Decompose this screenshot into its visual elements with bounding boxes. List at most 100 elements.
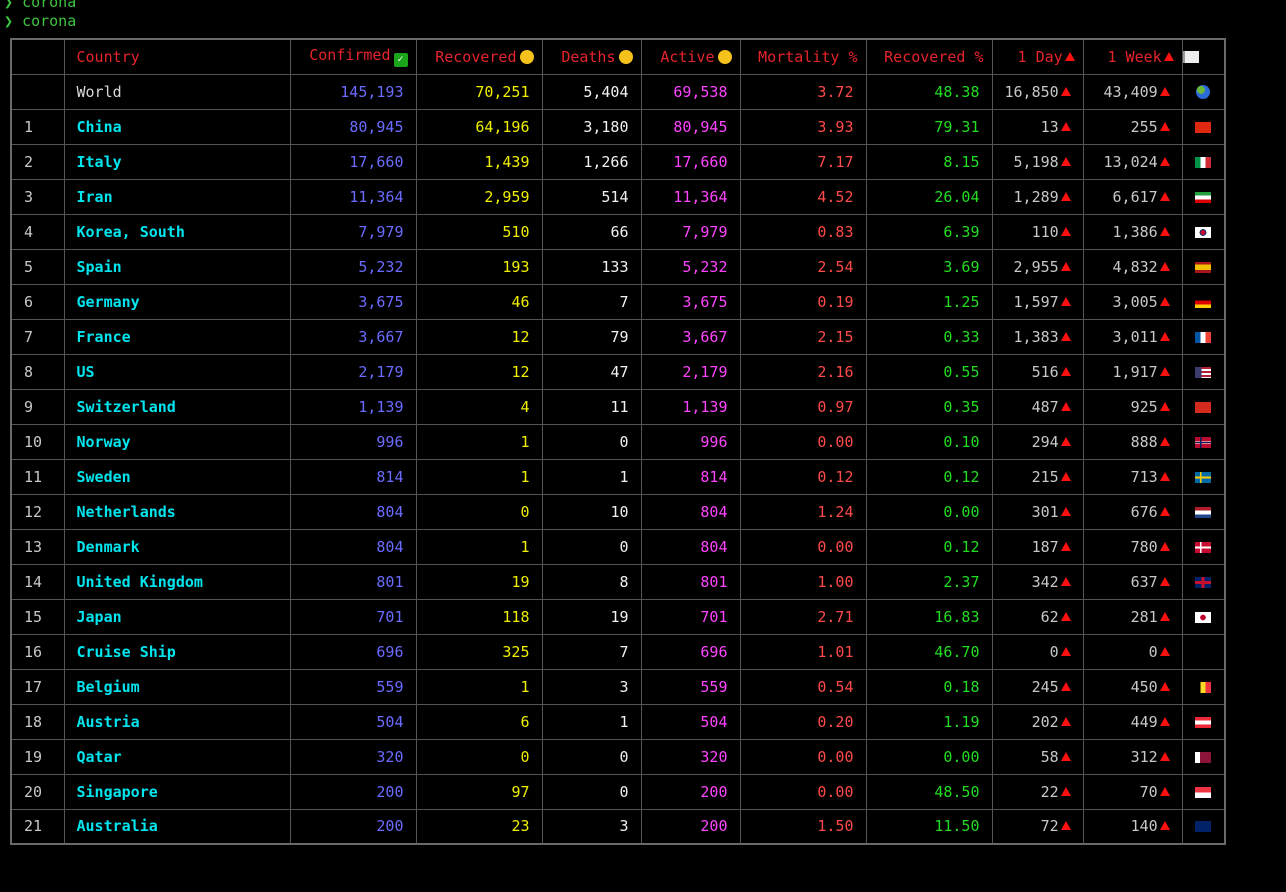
rank-cell: 16 (10, 633, 65, 670)
mortality-cell: 0.54 (739, 668, 867, 705)
triangle-up-icon (1060, 751, 1071, 761)
confirmed-cell: 559 (289, 668, 417, 705)
one-week-cell: 713 (1082, 458, 1183, 495)
table-row: 15 Japan 701 118 19 701 2.71 16.83 62 281 (10, 598, 1226, 635)
flag-ir-icon (1195, 191, 1212, 203)
flag-cell (1181, 633, 1226, 670)
triangle-up-icon (1159, 156, 1170, 166)
flag-se-icon (1195, 471, 1212, 483)
smiley-face-icon (519, 49, 534, 64)
flag-au-icon (1195, 821, 1212, 833)
recovered-cell: 12 (415, 318, 543, 355)
active-cell: 504 (640, 703, 741, 740)
triangle-up-icon (1060, 646, 1071, 656)
triangle-up-icon (1159, 401, 1170, 411)
triangle-up-icon (1159, 86, 1170, 96)
active-cell: 200 (640, 773, 741, 810)
triangle-up-icon (1159, 821, 1170, 831)
command-text: corona (22, 0, 77, 11)
recovered-cell: 1 (415, 423, 543, 460)
triangle-up-icon (1060, 471, 1071, 481)
recovered-cell: 1 (415, 668, 543, 705)
flag-it-icon (1195, 156, 1212, 168)
rank-cell (10, 73, 65, 110)
rank-cell: 21 (10, 808, 65, 845)
flag-ch-icon (1195, 401, 1212, 413)
confirmed-header: Confirmed ✓ (289, 38, 417, 75)
mortality-cell: 2.16 (739, 353, 867, 390)
table-row: 5 Spain 5,232 193 133 5,232 2.54 3.69 2,955 4,832 (10, 248, 1226, 285)
one-week-cell: 676 (1082, 493, 1183, 530)
recovered-pct-cell: 0.33 (865, 318, 993, 355)
confirmed-cell: 1,139 (289, 388, 417, 425)
one-day-cell: 2,955 (991, 248, 1084, 285)
country-cell: Belgium (63, 668, 291, 705)
one-day-cell: 72 (991, 808, 1084, 845)
mortality-cell: 0.00 (739, 528, 867, 565)
deaths-cell: 0 (541, 528, 642, 565)
globe-icon (1196, 84, 1211, 99)
recovered-cell: 1 (415, 458, 543, 495)
country-cell: Austria (63, 703, 291, 740)
one-day-cell: 0 (991, 633, 1084, 670)
country-cell: Australia (63, 808, 291, 845)
table-header-row: Country Confirmed ✓ Recovered Deaths Acti… (10, 38, 1226, 75)
country-cell: Netherlands (63, 493, 291, 530)
recovered-cell: 0 (415, 493, 543, 530)
recovered-cell: 1,439 (415, 143, 543, 180)
active-cell: 3,675 (640, 283, 741, 320)
recovered-pct-cell: 0.18 (865, 668, 993, 705)
active-cell: 801 (640, 563, 741, 600)
deaths-cell: 7 (541, 633, 642, 670)
table-row: 11 Sweden 814 1 1 814 0.12 0.12 215 713 (10, 458, 1226, 495)
deaths-cell: 66 (541, 213, 642, 250)
flag-no-icon (1195, 436, 1212, 448)
country-cell: Qatar (63, 738, 291, 775)
mortality-cell: 1.00 (739, 563, 867, 600)
flag-jp-icon (1195, 611, 1212, 623)
rank-cell: 3 (10, 178, 65, 215)
deaths-cell: 3,180 (541, 108, 642, 145)
one-day-cell: 110 (991, 213, 1084, 250)
country-cell: Italy (63, 143, 291, 180)
rank-cell: 13 (10, 528, 65, 565)
recovered-pct-cell: 0.00 (865, 493, 993, 530)
flag-cell (1181, 143, 1226, 180)
triangle-up-icon (1159, 541, 1170, 551)
table-row: 8 US 2,179 12 47 2,179 2.16 0.55 516 1,917 (10, 353, 1226, 390)
table-row: 6 Germany 3,675 46 7 3,675 0.19 1.25 1,597 3,005 (10, 283, 1226, 320)
rank-cell: 14 (10, 563, 65, 600)
flag-cell (1181, 423, 1226, 460)
rank-cell: 20 (10, 773, 65, 810)
mortality-cell: 0.83 (739, 213, 867, 250)
one-week-cell: 0 (1082, 633, 1183, 670)
prompt-chevron-icon: ❯ (4, 0, 14, 11)
table-row: 2 Italy 17,660 1,439 1,266 17,660 7.17 8.15 5,19… (10, 143, 1226, 180)
country-cell: Cruise Ship (63, 633, 291, 670)
one-week-cell: 3,011 (1082, 318, 1183, 355)
rank-cell: 10 (10, 423, 65, 460)
flag-dk-icon (1195, 541, 1212, 553)
flag-cell (1181, 318, 1226, 355)
confirmed-cell: 200 (289, 808, 417, 845)
active-cell: 1,139 (640, 388, 741, 425)
rank-cell: 7 (10, 318, 65, 355)
flag-fr-icon (1195, 331, 1212, 343)
country-cell: United Kingdom (63, 563, 291, 600)
recovered-cell: 64,196 (415, 108, 543, 145)
rank-cell: 6 (10, 283, 65, 320)
confirmed-cell: 200 (289, 773, 417, 810)
triangle-up-icon (1159, 331, 1170, 341)
flag-kr-icon (1195, 226, 1212, 238)
flag-qa-icon (1195, 751, 1212, 763)
table-row: 20 Singapore 200 97 0 200 0.00 48.50 22 70 (10, 773, 1226, 810)
flag-gb-icon (1195, 576, 1212, 588)
recovered-pct-cell: 0.55 (865, 353, 993, 390)
flag-cn-icon (1195, 121, 1212, 133)
mortality-cell: 0.00 (739, 738, 867, 775)
one-day-cell: 202 (991, 703, 1084, 740)
mortality-cell: 0.12 (739, 458, 867, 495)
table-row: 12 Netherlands 804 0 10 804 1.24 0.00 301 676 (10, 493, 1226, 530)
triangle-up-icon (1060, 191, 1071, 201)
active-cell: 701 (640, 598, 741, 635)
